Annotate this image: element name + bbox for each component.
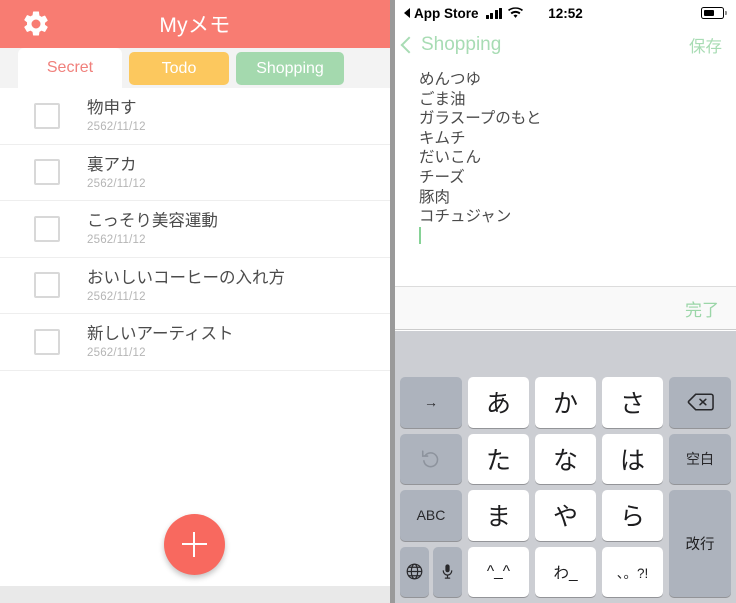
memo-editor-line: キムチ [419, 129, 466, 147]
key-ya[interactable]: や [535, 490, 596, 541]
key-wa[interactable]: わ_ [535, 546, 596, 597]
tab-shopping-label: Shopping [256, 59, 324, 77]
memo-date: 2562/11/12 [87, 121, 146, 134]
key-punctuation[interactable]: 、。?! [602, 546, 663, 597]
key-na[interactable]: な [535, 433, 596, 484]
memo-title: こっそり美容運動 [87, 212, 218, 231]
tab-shopping[interactable]: Shopping [236, 52, 344, 85]
globe-icon [405, 562, 424, 581]
dictation-key[interactable] [433, 546, 462, 597]
memo-list-item[interactable]: こっそり美容運動 2562/11/12 [0, 201, 390, 258]
memo-list-item[interactable]: 裏アカ 2562/11/12 [0, 145, 390, 201]
memo-editor-line: コチュジャン [419, 208, 512, 226]
text-caret [419, 226, 421, 244]
battery-cap [725, 10, 727, 16]
undo-icon [420, 448, 442, 470]
plus-icon [182, 532, 207, 557]
memo-checkbox[interactable] [34, 102, 60, 129]
back-arrow-icon [404, 8, 410, 18]
wifi-icon [508, 7, 524, 19]
ios-nav-bar: Shopping 保存 [395, 26, 736, 64]
memo-list-item[interactable]: 新しいアーティスト 2562/11/12 [0, 314, 390, 371]
abc-key[interactable]: ABC [400, 490, 462, 541]
key-a[interactable]: あ [468, 377, 529, 428]
memo-text-block: 裏アカ 2562/11/12 [87, 155, 146, 190]
memo-title: 物申す [87, 99, 137, 118]
cellular-signal-icon [485, 7, 503, 19]
memo-text-block: 新しいアーティスト 2562/11/12 [87, 324, 234, 359]
keyboard-grid: → あ か さ た な は 空白 ABC ま や ら 改行 ^_^ わ_ 、。?… [400, 377, 731, 597]
microphone-icon [439, 562, 456, 581]
chevron-left-icon [400, 36, 418, 53]
nav-back-label: Shopping [421, 34, 502, 55]
bottom-spacer-bar [0, 586, 390, 603]
add-memo-fab[interactable] [164, 514, 225, 575]
memo-checkbox[interactable] [34, 328, 60, 355]
backspace-icon [687, 392, 714, 412]
tab-todo[interactable]: Todo [129, 52, 229, 85]
status-bar-left[interactable]: App Store [404, 5, 524, 21]
memo-editor-screen: App Store 12:52 Shopping 保存 めんつゆ ごま油 ガラス… [395, 0, 736, 603]
key-ma[interactable]: ま [468, 490, 529, 541]
globe-key[interactable] [400, 546, 429, 597]
backspace-key[interactable] [669, 377, 731, 428]
key-sa[interactable]: さ [602, 377, 663, 428]
memo-text-block: 物申す 2562/11/12 [87, 98, 146, 133]
memo-checkbox[interactable] [34, 272, 60, 299]
memo-date: 2562/11/12 [87, 177, 146, 190]
memo-editor-line: ガラスープのもと [419, 110, 542, 128]
battery-icon [701, 7, 727, 19]
cursor-right-icon: → [424, 394, 438, 411]
keyboard-accessory-bar: 完了 [395, 287, 736, 330]
memo-list-item[interactable]: 物申す 2562/11/12 [0, 88, 390, 145]
app-bar: Myメモ [0, 0, 390, 48]
memo-checkbox[interactable] [34, 215, 60, 242]
memo-date: 2562/11/12 [87, 290, 146, 303]
memo-list-screen: Myメモ Secret Todo Shopping 物申す 2562/11/12 [0, 0, 390, 603]
memo-editor-line: だいこん [419, 149, 482, 167]
memo-date: 2562/11/12 [87, 234, 146, 247]
nav-back-button[interactable]: Shopping [400, 34, 502, 56]
memo-title: おいしいコーヒーの入れ方 [87, 268, 285, 287]
battery-fill [703, 9, 714, 17]
returning-app-label: App Store [414, 5, 479, 21]
gear-icon[interactable] [21, 9, 51, 39]
cursor-right-key[interactable]: → [400, 377, 462, 428]
nav-save-button[interactable]: 保存 [689, 33, 722, 57]
category-tab-bar: Secret Todo Shopping [0, 48, 390, 88]
return-key[interactable]: 改行 [669, 490, 731, 597]
space-key[interactable]: 空白 [669, 433, 731, 484]
key-ta[interactable]: た [468, 433, 529, 484]
memo-list[interactable]: 物申す 2562/11/12 裏アカ 2562/11/12 こっそり美容運動 2… [0, 88, 390, 586]
app-title: Myメモ [159, 14, 231, 37]
tab-secret-label: Secret [46, 59, 94, 76]
memo-date: 2562/11/12 [87, 347, 146, 360]
memo-checkbox[interactable] [34, 159, 60, 186]
memo-editor-line: 豚肉 [419, 188, 451, 206]
globe-mic-keys [400, 546, 462, 597]
tab-secret[interactable]: Secret [18, 48, 122, 88]
tab-todo-label: Todo [161, 59, 197, 77]
memo-editor-line: ごま油 [419, 90, 466, 108]
screenshot-root: Myメモ Secret Todo Shopping 物申す 2562/11/12 [0, 0, 736, 603]
memo-editor-line: チーズ [419, 168, 465, 186]
key-ra[interactable]: ら [602, 490, 663, 541]
key-ha[interactable]: は [602, 433, 663, 484]
battery-body [701, 7, 725, 19]
key-emoticon[interactable]: ^_^ [468, 546, 529, 597]
memo-editor-line: めんつゆ [419, 71, 482, 88]
japanese-keyboard: → あ か さ た な は 空白 ABC ま や ら 改行 ^_^ わ_ 、。?… [395, 331, 736, 603]
memo-title: 新しいアーティスト [87, 325, 234, 344]
memo-text-block: おいしいコーヒーの入れ方 2562/11/12 [87, 268, 285, 303]
key-ka[interactable]: か [535, 377, 596, 428]
memo-text-editor[interactable]: めんつゆ ごま油 ガラスープのもと キムチ だいこん チーズ 豚肉 コチュジャン [395, 64, 736, 286]
undo-key[interactable] [400, 433, 462, 484]
ios-status-bar: App Store 12:52 [395, 0, 736, 26]
done-button[interactable]: 完了 [685, 296, 719, 321]
memo-editor-caret-line [419, 226, 718, 247]
memo-text-block: こっそり美容運動 2562/11/12 [87, 211, 218, 246]
memo-list-item[interactable]: おいしいコーヒーの入れ方 2562/11/12 [0, 258, 390, 314]
memo-title: 裏アカ [87, 155, 137, 174]
